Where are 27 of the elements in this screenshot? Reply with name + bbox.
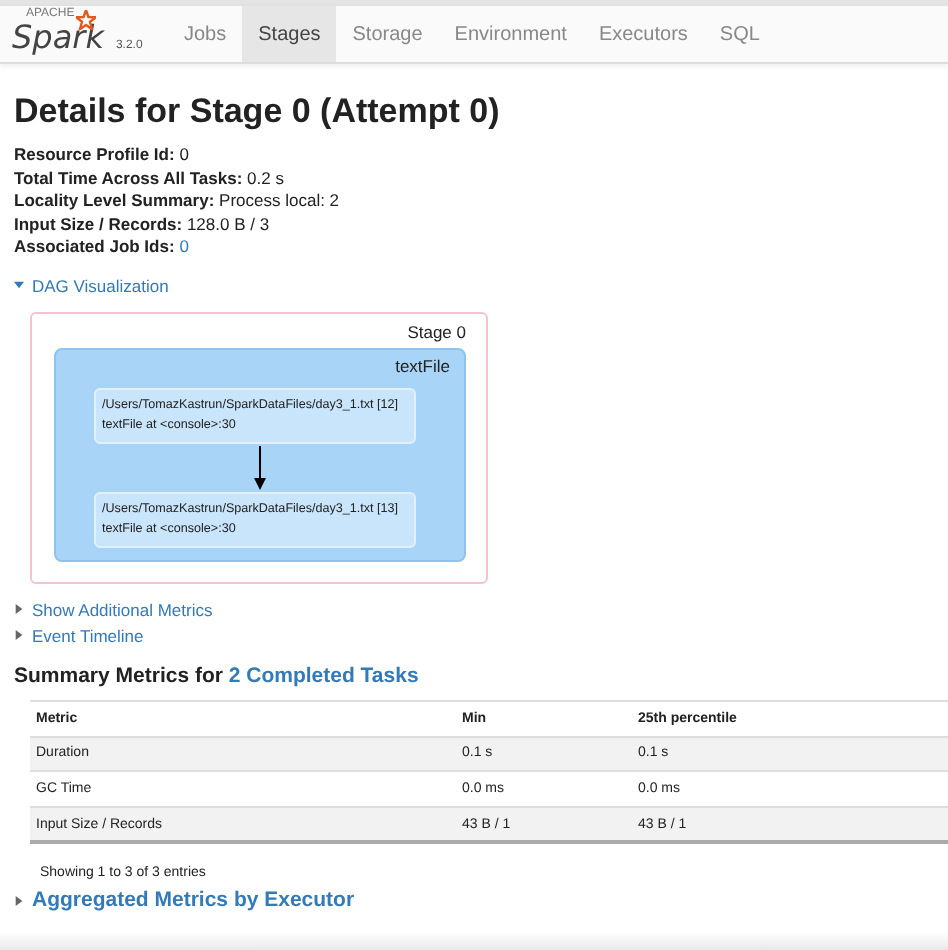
nav-tab[interactable]: SQL <box>703 6 776 62</box>
tasks-link[interactable]: 2 Completed Tasks <box>228 663 419 688</box>
job-link[interactable]: 0 <box>179 236 189 257</box>
stage-label: Stage 0 <box>407 321 466 342</box>
nav-tab[interactable]: Executors <box>582 6 704 62</box>
nav-tab[interactable]: Jobs <box>168 6 243 62</box>
nav-tab[interactable]: Stages <box>242 6 337 62</box>
field-label: Resource Profile Id: <box>14 144 175 164</box>
toggle-link[interactable]: Show Additional Metrics <box>32 599 213 620</box>
field-label: Input Size / Records: <box>14 213 183 234</box>
arrow <box>254 445 266 490</box>
toggle-link[interactable]: Event Timeline <box>32 625 144 646</box>
brand-logo[interactable]: Spark <box>12 22 104 54</box>
cluster-label: textFile <box>395 355 450 376</box>
field-value: Process local: 2 <box>219 190 340 211</box>
aggregated-metrics-link[interactable]: Aggregated Metrics by Executor <box>32 888 355 913</box>
dag-toggle-link[interactable]: DAG Visualization <box>32 275 169 296</box>
page-title: Details for Stage 0 (Attempt 0) <box>14 92 502 132</box>
field-value: 0.2 s <box>247 167 284 188</box>
field-label: Associated Job Ids: <box>14 236 175 257</box>
section-heading: Summary Metrics for <box>14 663 225 688</box>
field-label: Locality Level Summary: <box>14 190 215 211</box>
nav-tab[interactable]: Environment <box>438 6 583 62</box>
field-value: 128.0 B / 3 <box>186 213 270 234</box>
field-label: Total Time Across All Tasks: <box>14 167 243 188</box>
field-value: 0 <box>179 144 189 164</box>
nav-tab[interactable]: Storage <box>336 6 439 62</box>
